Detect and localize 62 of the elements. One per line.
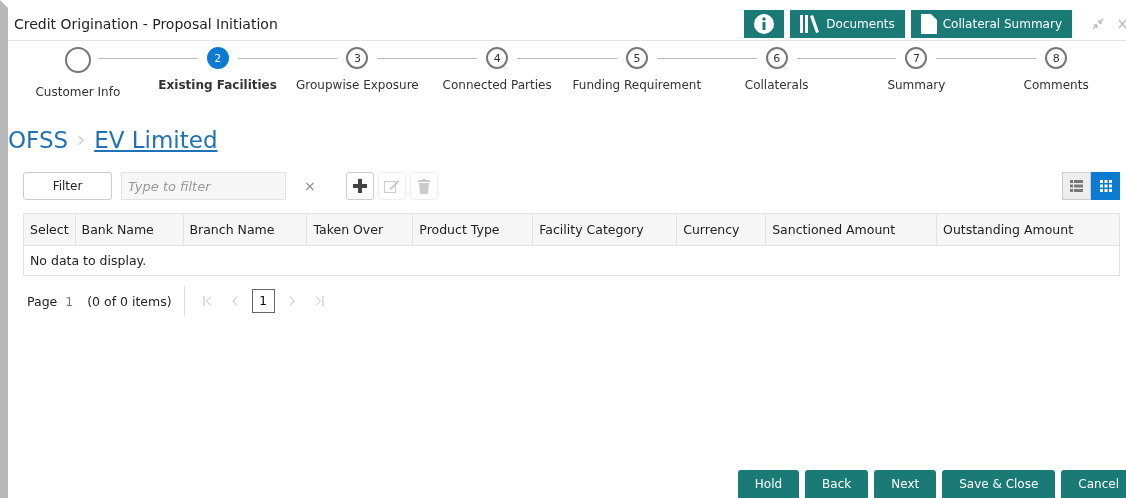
step-label[interactable]: Customer Info <box>35 85 121 99</box>
step-label[interactable]: Collaterals <box>744 78 809 92</box>
step-label[interactable]: Groupwise Exposure <box>296 78 419 92</box>
step-marker[interactable]: 8 <box>1045 47 1068 69</box>
breadcrumb-link[interactable]: EV Limited <box>94 127 218 153</box>
first-page-icon[interactable] <box>202 296 212 306</box>
step-marker[interactable]: 6 <box>765 47 788 69</box>
plus-icon <box>353 179 367 193</box>
step-marker[interactable]: 4 <box>486 47 509 69</box>
column-header[interactable]: Bank Name <box>75 213 183 246</box>
info-button[interactable] <box>744 10 785 38</box>
step-label[interactable]: Comments <box>1023 78 1089 92</box>
document-icon <box>920 14 937 34</box>
step-label[interactable]: Existing Facilities <box>158 78 277 92</box>
step-marker[interactable]: 2 <box>206 47 229 69</box>
filter-button[interactable]: Filter <box>23 172 112 200</box>
empty-message: No data to display. <box>23 245 1120 276</box>
info-icon <box>754 14 775 34</box>
breadcrumb-item: OFSS <box>8 127 69 153</box>
filter-field[interactable]: Type to filter <box>121 172 286 200</box>
item-count: (0 of 0 items) <box>87 293 172 309</box>
list-icon <box>1070 180 1083 192</box>
books-icon <box>800 15 821 33</box>
add-button[interactable] <box>346 172 374 200</box>
edit-icon <box>384 179 400 193</box>
last-page-icon[interactable] <box>314 296 324 306</box>
column-header[interactable]: Select <box>23 213 76 246</box>
column-header[interactable]: Taken Over <box>306 213 413 246</box>
clear-icon[interactable]: × <box>304 178 324 194</box>
footer-button[interactable]: Next <box>874 470 937 498</box>
step-marker[interactable]: 3 <box>346 47 369 69</box>
window-title: Credit Origination - Proposal Initiation <box>14 16 279 32</box>
page-number: 1 <box>65 293 74 309</box>
footer-button[interactable]: Save & Close <box>942 470 1056 498</box>
column-header[interactable]: Product Type <box>412 213 533 246</box>
column-header[interactable]: Outstanding Amount <box>936 213 1120 246</box>
column-header[interactable]: Currency <box>676 213 766 246</box>
footer-button[interactable]: Cancel <box>1061 470 1126 498</box>
page-label: Page <box>27 293 58 309</box>
footer-button[interactable]: Hold <box>737 470 800 498</box>
step-label[interactable]: Summary <box>887 78 946 92</box>
current-page-button[interactable]: 1 <box>251 289 275 313</box>
column-header[interactable]: Branch Name <box>183 213 307 246</box>
previous-page-icon[interactable] <box>231 296 238 306</box>
step-marker[interactable]: 7 <box>905 47 928 69</box>
next-page-icon[interactable] <box>288 296 295 306</box>
column-header[interactable]: Facility Category <box>532 213 677 246</box>
grid-icon <box>1099 180 1112 192</box>
footer-button[interactable]: Back <box>805 470 869 498</box>
step-marker[interactable]: 5 <box>625 47 648 69</box>
header-button[interactable]: Collateral Summary <box>910 10 1072 38</box>
step-marker[interactable] <box>64 47 91 73</box>
step-label[interactable]: Funding Requirement <box>572 78 702 92</box>
column-header[interactable]: Sanctioned Amount <box>765 213 937 246</box>
grid-view-button[interactable] <box>1091 172 1120 200</box>
close-icon[interactable] <box>1118 19 1126 29</box>
header-button[interactable]: Documents <box>790 10 905 38</box>
list-view-button[interactable] <box>1062 172 1091 200</box>
step-label[interactable]: Connected Parties <box>442 78 552 92</box>
trash-icon <box>418 178 430 194</box>
chevron-icon <box>78 135 85 145</box>
collapse-icon[interactable] <box>1092 18 1104 30</box>
